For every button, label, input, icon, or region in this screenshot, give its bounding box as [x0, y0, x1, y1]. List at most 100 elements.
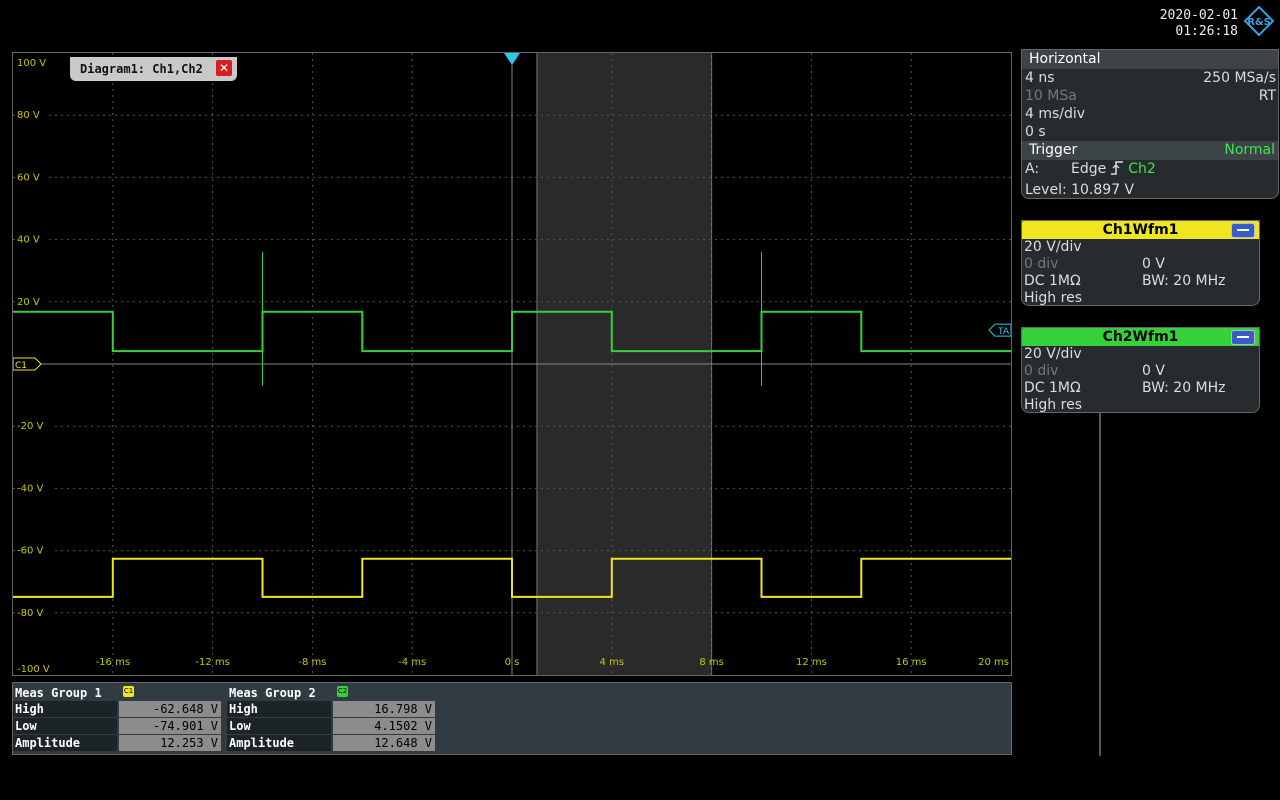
logo-text: R&S: [1247, 17, 1271, 28]
trigger-slot: A:: [1025, 161, 1040, 177]
record-row[interactable]: 10 MSa RT: [1022, 87, 1278, 105]
channel-title: Ch2Wfm1: [1102, 329, 1179, 345]
meas-group-2[interactable]: Meas Group 2 C2 High 16.798 V Low 4.1502 V…: [227, 683, 437, 752]
meas-row: High -62.648 V: [13, 701, 223, 717]
x-tick-label: -16 ms: [96, 657, 130, 668]
waveform-diagram[interactable]: 100 V 80 V 60 V 40 V 20 V -20 V -40 V -60 V -80 …: [12, 52, 1012, 676]
resolution-row[interactable]: 4 ns 250 MSa/s: [1022, 69, 1278, 87]
channel-offset-v: 0 V: [1142, 363, 1165, 379]
channel-scale-row[interactable]: 20 V/div: [1022, 239, 1259, 256]
meas-value: 12.253 V: [119, 735, 221, 751]
meas-label: High: [13, 701, 117, 717]
meas-row: Amplitude 12.648 V: [227, 735, 437, 751]
channel-mode-row[interactable]: High res: [1022, 290, 1259, 307]
channel-mode: High res: [1024, 290, 1082, 306]
meas-group-1[interactable]: Meas Group 1 C1 High -62.648 V Low -74.901…: [13, 683, 223, 752]
channel-mode: High res: [1024, 397, 1082, 413]
x-tick-label: -12 ms: [195, 657, 229, 668]
horizontal-header[interactable]: Horizontal: [1022, 50, 1278, 69]
channel-title: Ch1Wfm1: [1102, 222, 1179, 238]
meas-value: 12.648 V: [333, 735, 435, 751]
trigger-source-row[interactable]: A: Edge Ch2: [1022, 160, 1278, 181]
meas-badge-c2: C2: [337, 686, 348, 697]
waveform-ch1: [13, 557, 1011, 598]
meas-label: Amplitude: [227, 735, 331, 751]
x-tick-label: 0 s: [505, 657, 520, 668]
x-tick-label: 12 ms: [796, 657, 827, 668]
trigger-level-row[interactable]: Level: 10.897 V: [1022, 181, 1278, 199]
meas-label: Amplitude: [13, 735, 117, 751]
channel-offset-row[interactable]: 0 div 0 V: [1022, 256, 1259, 273]
y-tick-label: -100 V: [17, 664, 50, 675]
rising-edge-icon: [1110, 160, 1124, 181]
measurement-panel: Meas Group 1 C1 High -62.648 V Low -74.901…: [12, 682, 1012, 755]
trigger-source: Ch2: [1128, 161, 1156, 177]
x-tick-label: -4 ms: [398, 657, 426, 668]
meas-label: Low: [227, 718, 331, 734]
y-tick-label: -40 V: [17, 483, 44, 494]
channel-bw: BW: 20 MHz: [1142, 273, 1226, 289]
date-text: 2020-02-01: [1159, 8, 1238, 23]
time-scale-value: 4 ms/div: [1025, 106, 1086, 122]
channel-scale: 20 V/div: [1024, 239, 1082, 255]
y-tick-label: 80 V: [17, 110, 40, 121]
y-tick-label: 20 V: [17, 297, 40, 308]
channel-offset-div: 0 div: [1024, 363, 1059, 379]
channel-offset-row[interactable]: 0 div 0 V: [1022, 363, 1259, 380]
x-tick-label: 20 ms: [978, 657, 1009, 668]
minimize-button[interactable]: [1231, 223, 1255, 238]
channel-mode-row[interactable]: High res: [1022, 397, 1259, 414]
channel-marker-label: C1: [15, 361, 27, 371]
channel-coupling: DC 1MΩ: [1024, 380, 1081, 396]
channel-panel-ch2[interactable]: Ch2Wfm1 20 V/div 0 div 0 V DC 1MΩ BW: 20 M…: [1021, 327, 1260, 413]
close-icon[interactable]: ✕: [216, 60, 232, 76]
trigger-type: Edge: [1071, 161, 1107, 177]
clock: 2020-02-01 01:26:18: [1160, 8, 1238, 40]
meas-row: Low -74.901 V: [13, 718, 223, 734]
channel-header[interactable]: Ch1Wfm1: [1022, 221, 1259, 239]
record-length-value: 10 MSa: [1025, 88, 1077, 104]
horizontal-title: Horizontal: [1029, 51, 1101, 67]
channel-scale-row[interactable]: 20 V/div: [1022, 346, 1259, 363]
meas-value: 16.798 V: [333, 701, 435, 717]
position-row[interactable]: 0 s: [1022, 123, 1278, 141]
channel-panel-ch1[interactable]: Ch1Wfm1 20 V/div 0 div 0 V DC 1MΩ BW: 20 M…: [1021, 220, 1260, 306]
trigger-header[interactable]: Trigger Normal: [1022, 141, 1278, 160]
meas-row: High 16.798 V: [227, 701, 437, 717]
x-tick-label: 8 ms: [699, 657, 724, 668]
y-tick-label: 60 V: [17, 172, 40, 183]
rs-logo-icon: R&S: [1244, 6, 1274, 36]
timescale-row[interactable]: 4 ms/div: [1022, 105, 1278, 123]
trigger-mode-value: Normal: [1224, 142, 1275, 158]
channel-scale: 20 V/div: [1024, 346, 1082, 362]
diagram-tab[interactable]: Diagram1: Ch1,Ch2 ✕: [70, 57, 237, 81]
channel-coupling-row[interactable]: DC 1MΩ BW: 20 MHz: [1022, 273, 1259, 290]
channel-coupling: DC 1MΩ: [1024, 273, 1081, 289]
trigger-level: Level: 10.897 V: [1025, 182, 1135, 198]
minimize-button[interactable]: [1231, 330, 1255, 345]
trigger-title: Trigger: [1029, 142, 1078, 158]
channel-bw: BW: 20 MHz: [1142, 380, 1226, 396]
channel-coupling-row[interactable]: DC 1MΩ BW: 20 MHz: [1022, 380, 1259, 397]
y-tick-label: 100 V: [17, 58, 46, 69]
x-tick-label: 4 ms: [600, 657, 625, 668]
resolution-value: 4 ns: [1025, 70, 1055, 86]
trigger-level-label: TA: [997, 327, 1010, 337]
y-tick-label: -60 V: [17, 546, 44, 557]
meas-value: -74.901 V: [119, 718, 221, 734]
channel-header[interactable]: Ch2Wfm1: [1022, 328, 1259, 346]
acq-mode-value: RT: [1258, 88, 1276, 104]
horizontal-panel[interactable]: Horizontal 4 ns 250 MSa/s 10 MSa RT 4 ms/d…: [1021, 49, 1279, 199]
meas-label: High: [227, 701, 331, 717]
y-tick-label: -20 V: [17, 421, 44, 432]
x-tick-label: -8 ms: [298, 657, 326, 668]
position-value: 0 s: [1025, 124, 1046, 140]
meas-value: -62.648 V: [119, 701, 221, 717]
trigger-position-icon: [504, 53, 520, 65]
channel-offset-v: 0 V: [1142, 256, 1165, 272]
meas-row: Low 4.1502 V: [227, 718, 437, 734]
y-tick-label: 40 V: [17, 235, 40, 246]
meas-row: Amplitude 12.253 V: [13, 735, 223, 751]
waveform-plot[interactable]: 100 V 80 V 60 V 40 V 20 V -20 V -40 V -60 V -80 …: [13, 53, 1011, 675]
diagram-tab-label: Diagram1: Ch1,Ch2: [80, 62, 203, 76]
